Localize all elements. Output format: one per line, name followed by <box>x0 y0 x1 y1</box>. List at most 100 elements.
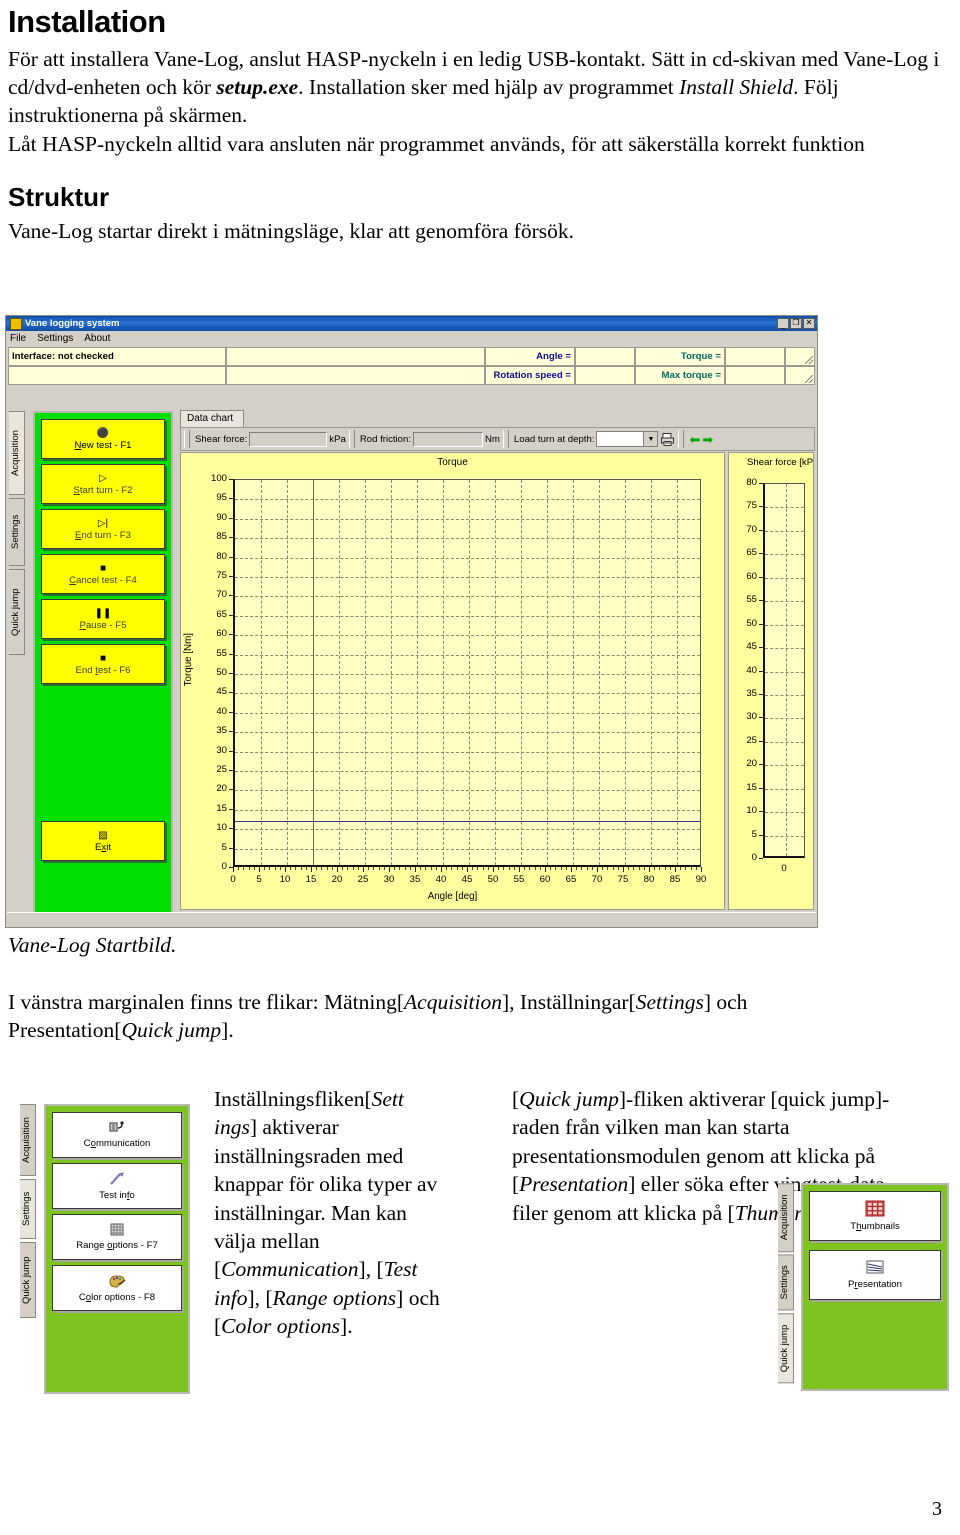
menu-item-settings[interactable]: Settings <box>37 333 73 344</box>
presentation-label: Presentation <box>848 1279 902 1290</box>
gauge-y-tick-label: 25 <box>746 734 757 746</box>
sidebar-tab-settings[interactable]: Settings <box>9 498 25 566</box>
test-info-button[interactable]: Test info <box>52 1163 182 1209</box>
gauge-y-tick-mark <box>759 811 763 813</box>
y-tick-label: 70 <box>216 589 227 601</box>
sidebar-tab-quick-jump[interactable]: Quick jump <box>9 569 25 655</box>
end-turn-button[interactable]: ▷| End turn - F3 <box>41 509 165 549</box>
x-tick-mark <box>493 867 494 872</box>
x-tick-label: 50 <box>487 874 499 885</box>
close-button[interactable]: ✕ <box>803 318 815 329</box>
y-tick-label: 10 <box>216 822 227 834</box>
presentation-button[interactable]: Presentation <box>809 1250 941 1300</box>
minimize-button[interactable]: _ <box>777 318 789 329</box>
arrow-right-icon[interactable]: ➡ <box>702 433 713 446</box>
torque-label: Torque = <box>635 347 725 366</box>
communication-button[interactable]: Communication <box>52 1112 182 1158</box>
gauge-y-tick-mark <box>759 834 763 836</box>
maximize-button[interactable]: ❐ <box>790 318 802 329</box>
settings-sidebar-tab-quick-jump[interactable]: Quick jump <box>20 1242 36 1318</box>
gauge-gridline-h <box>765 507 804 509</box>
gauge-gridline-h <box>765 671 804 673</box>
x-minor-tick <box>446 867 448 870</box>
pause-button[interactable]: ❚❚ Pause - F5 <box>41 599 165 639</box>
quickjump-side-tab-strip: Acquisition Settings Quick jump <box>778 1183 794 1383</box>
x-minor-tick <box>274 867 276 870</box>
arrow-left-icon[interactable]: ⬅ <box>689 433 700 446</box>
toolbar-grip-1[interactable] <box>184 430 190 448</box>
y-tick-label: 35 <box>216 725 227 737</box>
shear-force-label: Shear force: <box>195 433 248 445</box>
gauge-y-tick-label: 40 <box>746 664 757 676</box>
rod-friction-input[interactable] <box>413 431 483 447</box>
thumbnail-grid-icon <box>865 1200 885 1220</box>
x-minor-tick <box>633 867 635 870</box>
settings-button-panel: Communication Test info Range options - … <box>44 1104 190 1394</box>
gridline-h <box>235 635 700 637</box>
settings-panel-window: Acquisition Settings Quick jump Communic… <box>8 1090 198 1395</box>
gridline-h <box>235 538 700 540</box>
cancel-test-button[interactable]: ■ Cancel test - F4 <box>41 554 165 594</box>
y-tick-mark <box>229 750 233 753</box>
chevron-down-icon[interactable]: ▼ <box>643 432 658 446</box>
quickjump-sidebar-tab-quick-jump[interactable]: Quick jump <box>778 1312 794 1383</box>
exit-button[interactable]: ▨ Exit <box>41 821 165 861</box>
rotation-speed-label: Rotation speed = <box>485 366 575 385</box>
settings-sidebar-tab-settings[interactable]: Settings <box>20 1179 36 1239</box>
angle-label: Angle = <box>485 347 575 366</box>
thumbnails-button[interactable]: Thumbnails <box>809 1191 941 1241</box>
menu-item-about[interactable]: About <box>84 333 110 344</box>
toolbar-grip-4[interactable] <box>678 430 685 448</box>
x-tick-mark <box>363 867 364 872</box>
settings-side-tab-strip: Acquisition Settings Quick jump <box>20 1104 36 1382</box>
gridline-v <box>417 480 418 865</box>
gauge-gridline-h <box>765 765 804 767</box>
printer-icon[interactable] <box>660 432 675 447</box>
toolbar-grip-2[interactable] <box>348 430 355 448</box>
quickjump-sidebar-tab-settings[interactable]: Settings <box>778 1254 794 1311</box>
y-tick-label: 50 <box>216 667 227 678</box>
x-tick-mark <box>571 867 572 872</box>
x-minor-tick <box>279 867 281 870</box>
quickjump-sidebar-tab-acquisition[interactable]: Acquisition <box>778 1183 794 1253</box>
x-tick-mark <box>311 867 312 872</box>
x-minor-tick <box>617 867 619 870</box>
shear-force-input[interactable] <box>249 431 328 447</box>
installation-paragraph: För att installera Vane-Log, anslut HASP… <box>8 46 940 156</box>
x-minor-tick <box>482 867 484 870</box>
shear-force-unit: kPa <box>329 433 346 445</box>
tab-data-chart[interactable]: Data chart <box>180 410 244 428</box>
start-turn-button[interactable]: ▷ Start turn - F2 <box>41 464 165 504</box>
shear-force-gauge: Shear force [kPa] 0 5 10 15 20 25 30 35 40 45 50 55… <box>728 452 814 910</box>
x-tick-mark <box>389 867 390 872</box>
range-options-button[interactable]: Range options - F7 <box>52 1214 182 1260</box>
gridline-h <box>235 518 700 520</box>
settings-sidebar-tab-acquisition[interactable]: Acquisition <box>20 1104 36 1176</box>
menu-item-file[interactable]: File <box>10 333 26 344</box>
gauge-y-tick-mark <box>759 693 763 695</box>
readout-grip-2 <box>785 366 815 385</box>
door-exit-icon: ▨ <box>98 829 108 841</box>
test-info-label: Test info <box>99 1189 135 1201</box>
y-tick-label: 100 <box>210 473 227 484</box>
window-status-bar <box>7 912 816 926</box>
x-minor-tick <box>472 867 474 870</box>
y-tick-label: 55 <box>216 647 227 659</box>
gauge-y-tick-label: 65 <box>746 547 757 559</box>
gauge-y-tick-mark <box>759 764 763 766</box>
color-options-button[interactable]: Color options - F8 <box>52 1265 182 1311</box>
color-options-label: Color options - F8 <box>78 1291 156 1303</box>
new-test-button[interactable]: ⚫ New test - F1 <box>41 419 165 459</box>
x-minor-tick <box>695 867 697 870</box>
y-tick-label: 85 <box>216 531 227 543</box>
sidebar-tab-acquisition[interactable]: Acquisition <box>9 411 25 495</box>
x-minor-tick <box>435 867 437 870</box>
toolbar-grip-3[interactable] <box>502 430 509 448</box>
x-minor-tick <box>498 867 500 870</box>
gridline-h <box>235 557 700 559</box>
load-turn-depth-select[interactable]: ▼ <box>596 431 659 447</box>
end-test-button[interactable]: ■ End test - F6 <box>41 644 165 684</box>
quickjump-button-panel: Thumbnails Presentation <box>801 1183 949 1391</box>
y-tick-mark <box>229 673 233 675</box>
x-tick-label: 40 <box>435 874 447 885</box>
